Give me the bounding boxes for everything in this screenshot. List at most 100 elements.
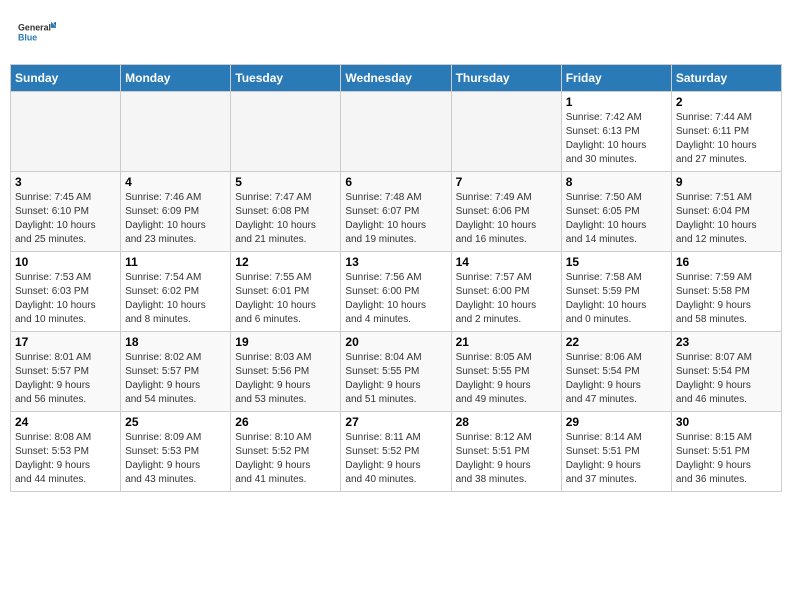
day-number: 12 [235, 255, 336, 269]
calendar-cell: 26 Sunrise: 8:10 AM Sunset: 5:52 PM Dayli… [231, 412, 341, 492]
calendar-cell: 5 Sunrise: 7:47 AM Sunset: 6:08 PM Daylig… [231, 172, 341, 252]
day-info: Sunrise: 8:15 AM Sunset: 5:51 PM Dayligh… [676, 431, 777, 487]
calendar-cell [341, 92, 451, 172]
day-number: 29 [566, 415, 667, 429]
calendar-cell [121, 92, 231, 172]
calendar-cell: 19 Sunrise: 8:03 AM Sunset: 5:56 PM Dayli… [231, 332, 341, 412]
calendar-cell: 6 Sunrise: 7:48 AM Sunset: 6:07 PM Daylig… [341, 172, 451, 252]
calendar-cell: 10Sunrise: 7:53 AM Sunset: 6:03 PM Dayli… [11, 252, 121, 332]
calendar-cell: 21 Sunrise: 8:05 AM Sunset: 5:55 PM Dayli… [451, 332, 561, 412]
day-number: 11 [125, 255, 226, 269]
calendar-cell [11, 92, 121, 172]
calendar-cell: 24Sunrise: 8:08 AM Sunset: 5:53 PM Dayli… [11, 412, 121, 492]
calendar-cell [231, 92, 341, 172]
day-number: 24 [15, 415, 116, 429]
calendar-week-4: 24Sunrise: 8:08 AM Sunset: 5:53 PM Dayli… [11, 412, 782, 492]
weekday-header-thursday: Thursday [451, 65, 561, 92]
calendar-cell: 27 Sunrise: 8:11 AM Sunset: 5:52 PM Dayli… [341, 412, 451, 492]
calendar-cell: 9Sunrise: 7:51 AM Sunset: 6:04 PM Daylig… [671, 172, 781, 252]
weekday-header-sunday: Sunday [11, 65, 121, 92]
day-number: 26 [235, 415, 336, 429]
calendar-cell: 2Sunrise: 7:44 AM Sunset: 6:11 PM Daylig… [671, 92, 781, 172]
day-info: Sunrise: 7:51 AM Sunset: 6:04 PM Dayligh… [676, 191, 777, 247]
day-number: 4 [125, 175, 226, 189]
calendar-cell [451, 92, 561, 172]
day-number: 7 [456, 175, 557, 189]
day-info: Sunrise: 8:11 AM Sunset: 5:52 PM Dayligh… [345, 431, 446, 487]
day-info: Sunrise: 7:59 AM Sunset: 5:58 PM Dayligh… [676, 271, 777, 327]
calendar-table: SundayMondayTuesdayWednesdayThursdayFrid… [10, 64, 782, 492]
day-info: Sunrise: 7:46 AM Sunset: 6:09 PM Dayligh… [125, 191, 226, 247]
day-number: 16 [676, 255, 777, 269]
weekday-header-monday: Monday [121, 65, 231, 92]
day-number: 1 [566, 95, 667, 109]
svg-text:General: General [18, 22, 51, 32]
calendar-cell: 13 Sunrise: 7:56 AM Sunset: 6:00 PM Dayli… [341, 252, 451, 332]
day-number: 13 [345, 255, 446, 269]
day-info: Sunrise: 7:42 AM Sunset: 6:13 PM Dayligh… [566, 111, 667, 167]
calendar-week-2: 10Sunrise: 7:53 AM Sunset: 6:03 PM Dayli… [11, 252, 782, 332]
calendar-cell: 3 Sunrise: 7:45 AM Sunset: 6:10 PM Daylig… [11, 172, 121, 252]
day-info: Sunrise: 7:50 AM Sunset: 6:05 PM Dayligh… [566, 191, 667, 247]
day-number: 30 [676, 415, 777, 429]
calendar-cell: 30 Sunrise: 8:15 AM Sunset: 5:51 PM Dayli… [671, 412, 781, 492]
weekday-header-wednesday: Wednesday [341, 65, 451, 92]
day-info: Sunrise: 7:58 AM Sunset: 5:59 PM Dayligh… [566, 271, 667, 327]
day-info: Sunrise: 7:45 AM Sunset: 6:10 PM Dayligh… [15, 191, 116, 247]
day-info: Sunrise: 8:10 AM Sunset: 5:52 PM Dayligh… [235, 431, 336, 487]
day-number: 5 [235, 175, 336, 189]
day-number: 18 [125, 335, 226, 349]
day-info: Sunrise: 8:02 AM Sunset: 5:57 PM Dayligh… [125, 351, 226, 407]
calendar-cell: 7 Sunrise: 7:49 AM Sunset: 6:06 PM Daylig… [451, 172, 561, 252]
day-info: Sunrise: 7:53 AM Sunset: 6:03 PM Dayligh… [15, 271, 116, 327]
day-info: Sunrise: 8:01 AM Sunset: 5:57 PM Dayligh… [15, 351, 116, 407]
calendar-cell: 22Sunrise: 8:06 AM Sunset: 5:54 PM Dayli… [561, 332, 671, 412]
calendar-cell: 8 Sunrise: 7:50 AM Sunset: 6:05 PM Daylig… [561, 172, 671, 252]
calendar-cell: 29 Sunrise: 8:14 AM Sunset: 5:51 PM Dayli… [561, 412, 671, 492]
day-number: 21 [456, 335, 557, 349]
svg-text:Blue: Blue [18, 33, 37, 43]
calendar-cell: 15 Sunrise: 7:58 AM Sunset: 5:59 PM Dayli… [561, 252, 671, 332]
day-number: 8 [566, 175, 667, 189]
calendar-cell: 12Sunrise: 7:55 AM Sunset: 6:01 PM Dayli… [231, 252, 341, 332]
calendar-cell: 28Sunrise: 8:12 AM Sunset: 5:51 PM Dayli… [451, 412, 561, 492]
day-number: 15 [566, 255, 667, 269]
day-info: Sunrise: 8:04 AM Sunset: 5:55 PM Dayligh… [345, 351, 446, 407]
day-info: Sunrise: 7:48 AM Sunset: 6:07 PM Dayligh… [345, 191, 446, 247]
weekday-header-tuesday: Tuesday [231, 65, 341, 92]
calendar-cell: 20 Sunrise: 8:04 AM Sunset: 5:55 PM Dayli… [341, 332, 451, 412]
day-number: 25 [125, 415, 226, 429]
day-info: Sunrise: 7:54 AM Sunset: 6:02 PM Dayligh… [125, 271, 226, 327]
logo-svg: General Blue [18, 14, 56, 52]
day-number: 6 [345, 175, 446, 189]
day-info: Sunrise: 8:03 AM Sunset: 5:56 PM Dayligh… [235, 351, 336, 407]
calendar-cell: 25 Sunrise: 8:09 AM Sunset: 5:53 PM Dayli… [121, 412, 231, 492]
day-number: 17 [15, 335, 116, 349]
day-number: 27 [345, 415, 446, 429]
calendar-cell: 4 Sunrise: 7:46 AM Sunset: 6:09 PM Daylig… [121, 172, 231, 252]
day-number: 28 [456, 415, 557, 429]
calendar-week-1: 3 Sunrise: 7:45 AM Sunset: 6:10 PM Daylig… [11, 172, 782, 252]
day-info: Sunrise: 7:44 AM Sunset: 6:11 PM Dayligh… [676, 111, 777, 167]
day-info: Sunrise: 8:14 AM Sunset: 5:51 PM Dayligh… [566, 431, 667, 487]
day-number: 14 [456, 255, 557, 269]
day-info: Sunrise: 7:47 AM Sunset: 6:08 PM Dayligh… [235, 191, 336, 247]
calendar-week-0: 1 Sunrise: 7:42 AM Sunset: 6:13 PM Daylig… [11, 92, 782, 172]
day-number: 22 [566, 335, 667, 349]
day-number: 19 [235, 335, 336, 349]
day-info: Sunrise: 7:57 AM Sunset: 6:00 PM Dayligh… [456, 271, 557, 327]
day-info: Sunrise: 7:56 AM Sunset: 6:00 PM Dayligh… [345, 271, 446, 327]
calendar-cell: 18 Sunrise: 8:02 AM Sunset: 5:57 PM Dayli… [121, 332, 231, 412]
calendar-cell: 11 Sunrise: 7:54 AM Sunset: 6:02 PM Dayli… [121, 252, 231, 332]
day-info: Sunrise: 8:09 AM Sunset: 5:53 PM Dayligh… [125, 431, 226, 487]
calendar-cell: 1 Sunrise: 7:42 AM Sunset: 6:13 PM Daylig… [561, 92, 671, 172]
calendar-cell: 17 Sunrise: 8:01 AM Sunset: 5:57 PM Dayli… [11, 332, 121, 412]
day-number: 23 [676, 335, 777, 349]
day-info: Sunrise: 7:49 AM Sunset: 6:06 PM Dayligh… [456, 191, 557, 247]
day-info: Sunrise: 8:05 AM Sunset: 5:55 PM Dayligh… [456, 351, 557, 407]
calendar-cell: 14 Sunrise: 7:57 AM Sunset: 6:00 PM Dayli… [451, 252, 561, 332]
day-number: 20 [345, 335, 446, 349]
day-number: 3 [15, 175, 116, 189]
calendar-header-row: SundayMondayTuesdayWednesdayThursdayFrid… [11, 65, 782, 92]
calendar-cell: 16 Sunrise: 7:59 AM Sunset: 5:58 PM Dayli… [671, 252, 781, 332]
